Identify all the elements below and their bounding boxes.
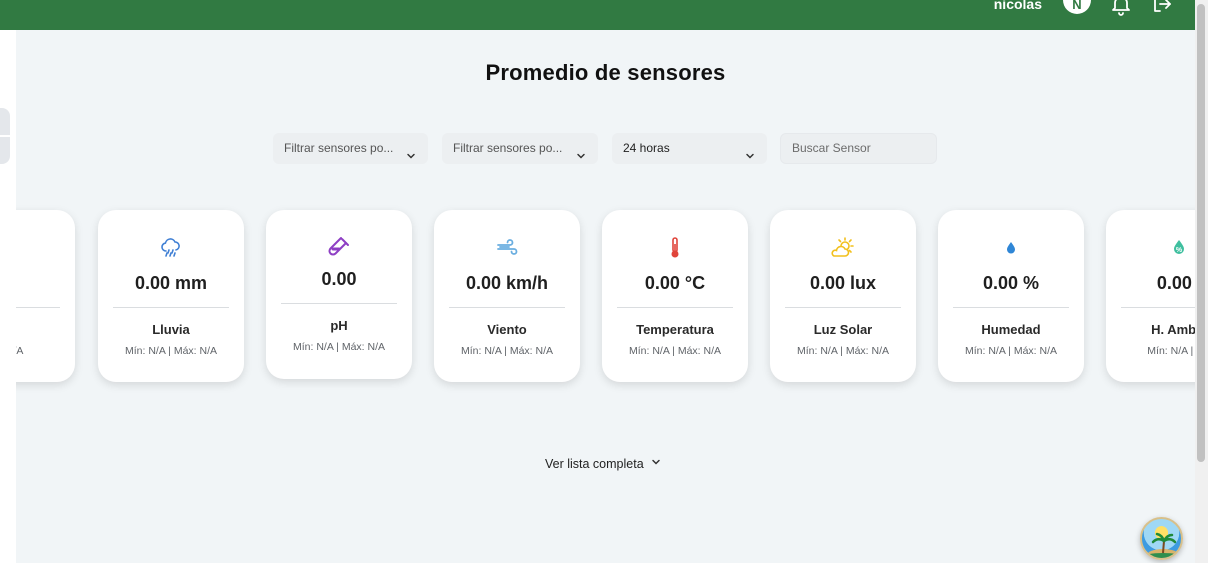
card-divider [281,303,397,304]
filter-sensors-select-1[interactable]: Filtrar sensores po... [273,133,428,164]
chevron-down-icon [575,143,587,159]
top-navbar: nicolas N [0,0,1195,30]
card-divider [449,307,565,308]
sensor-value: 0.00 lux [809,273,877,293]
sensor-range: Mín: N/A | Máx: N/A [629,345,721,357]
chevron-down-icon [405,143,417,159]
page-title: Promedio de sensores [485,60,726,85]
sensor-range: áx: N/A [16,345,24,357]
filter-sensors-select-2[interactable]: Filtrar sensores po... [442,133,598,164]
sensor-value: 0.00 km/h [465,273,549,293]
user-avatar[interactable]: N [1063,0,1091,14]
humidity-drop-icon: % [1106,236,1195,260]
search-sensor-input[interactable]: Buscar Sensor [780,133,937,164]
sensor-range: Mín: N/A | Máx: N/A [293,341,385,353]
sensor-name: ente [16,322,75,337]
user-name: nicolas [993,0,1042,12]
card-divider [113,307,229,308]
sensor-name: Temperatura [636,322,714,337]
bell-icon[interactable] [1109,0,1133,16]
chevron-down-icon [650,456,662,471]
search-placeholder: Buscar Sensor [792,141,871,155]
sensor-name: pH [330,318,348,333]
scrollbar-thumb[interactable] [1197,4,1205,462]
sensor-card-ambient-partial[interactable]: % ente áx: N/A [16,210,75,382]
card-divider [1121,307,1195,308]
sensor-card-rain[interactable]: 0.00 mm Lluvia Mín: N/A | Máx: N/A [98,210,244,382]
sensor-range: Mín: N/A | Máx: N/A [461,345,553,357]
sensor-card-ph[interactable]: 0.00 pH Mín: N/A | Máx: N/A [266,210,412,379]
sensor-card-ambient-humidity[interactable]: % 0.00 ' H. Ambie Mín: N/A | Má [1106,210,1195,382]
sensor-card-temperature[interactable]: 0.00 °C Temperatura Mín: N/A | Máx: N/A [602,210,748,382]
sensor-range: Mín: N/A | Máx: N/A [797,345,889,357]
sensor-value: % [16,273,75,294]
thermometer-icon [602,236,748,260]
sensor-value: 0.00 % [982,273,1040,293]
sensor-value: 0.00 °C [644,273,706,293]
sensor-value: 0.00 ' [1156,273,1195,293]
sensor-range: Mín: N/A | Má [1147,345,1195,357]
svg-text:%: % [1176,247,1183,254]
sensor-value: 0.00 mm [134,273,208,293]
sensor-range: Mín: N/A | Máx: N/A [125,345,217,357]
rain-cloud-icon [98,236,244,260]
card-divider [617,307,733,308]
card-divider [785,307,901,308]
period-select[interactable]: 24 horas [612,133,767,164]
card-divider [16,307,60,308]
sensor-name: H. Ambie [1151,322,1195,337]
see-full-list-button[interactable]: Ver lista completa [545,456,662,471]
main-content: Promedio de sensores Filtrar sensores po… [16,30,1195,563]
logout-icon[interactable] [1150,0,1174,16]
test-tube-icon [266,236,412,260]
card-divider [953,307,1069,308]
chevron-down-icon [744,143,756,159]
sensor-card-wind[interactable]: 0.00 km/h Viento Mín: N/A | Máx: N/A [434,210,580,382]
assistant-avatar-button[interactable] [1140,517,1183,560]
sensor-name: Lluvia [152,322,190,337]
sun-cloud-icon [770,236,916,260]
filter-2-label: Filtrar sensores po... [453,141,563,155]
period-label: 24 horas [623,141,670,155]
sensor-name: Humedad [981,322,1041,337]
filter-1-label: Filtrar sensores po... [284,141,394,155]
sensor-card-sunlight[interactable]: 0.00 lux Luz Solar Mín: N/A | Máx: N/A [770,210,916,382]
sensor-value: 0.00 [321,269,357,289]
sensor-name: Luz Solar [813,322,873,337]
see-full-list-label: Ver lista completa [545,456,644,471]
wind-icon [434,236,580,260]
sensor-card-humidity[interactable]: 0.00 % Humedad Mín: N/A | Máx: N/A [938,210,1084,382]
water-drop-icon [938,236,1084,260]
sensor-name: Viento [487,322,527,337]
sidebar-toggle[interactable] [0,108,10,164]
sensor-range: Mín: N/A | Máx: N/A [965,345,1057,357]
